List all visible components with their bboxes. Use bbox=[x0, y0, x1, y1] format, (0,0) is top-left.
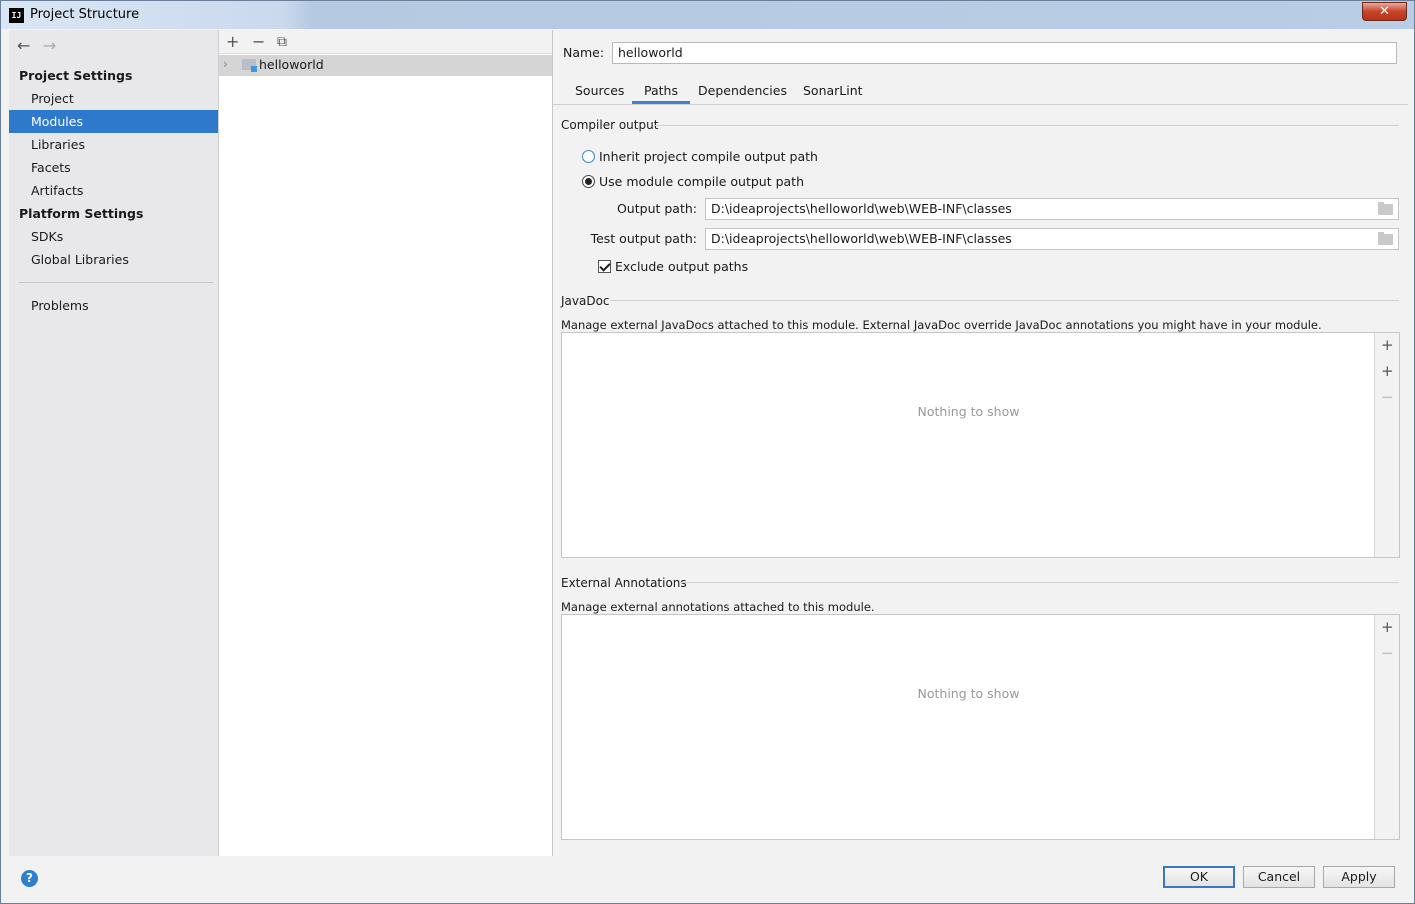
sidebar-item-artifacts[interactable]: Artifacts bbox=[9, 179, 218, 202]
sidebar-divider bbox=[19, 282, 213, 283]
add-url-icon[interactable]: + bbox=[1381, 362, 1394, 380]
use-module-radio-label: Use module compile output path bbox=[599, 174, 805, 189]
external-annotations-list[interactable]: Nothing to show + − bbox=[561, 614, 1400, 840]
exclude-output-label: Exclude output paths bbox=[615, 259, 749, 274]
name-label: Name: bbox=[563, 45, 605, 60]
external-annotations-list-toolbar: + − bbox=[1374, 615, 1399, 839]
help-icon[interactable]: ? bbox=[21, 870, 38, 887]
add-icon[interactable]: + bbox=[1381, 336, 1394, 354]
apply-button[interactable]: Apply bbox=[1323, 866, 1395, 888]
module-name-input[interactable]: helloworld bbox=[612, 42, 1397, 64]
copy-icon[interactable]: ⧉ bbox=[277, 32, 287, 52]
tab-paths[interactable]: Paths bbox=[632, 78, 690, 104]
sidebar-item-global-libraries[interactable]: Global Libraries bbox=[9, 248, 218, 271]
inherit-radio[interactable] bbox=[582, 150, 595, 163]
test-output-path-field[interactable]: D:\ideaprojects\helloworld\web\WEB-INF\c… bbox=[705, 228, 1399, 250]
expand-chevron-icon[interactable]: › bbox=[223, 57, 228, 71]
module-editor-panel: Name: helloworld Sources Paths Dependenc… bbox=[553, 30, 1408, 856]
sidebar-item-sdks[interactable]: SDKs bbox=[9, 225, 218, 248]
remove-icon[interactable]: − bbox=[1381, 644, 1394, 662]
javadoc-divider bbox=[610, 300, 1399, 301]
use-module-output-option[interactable]: Use module compile output path bbox=[582, 174, 804, 189]
javadoc-title: JavaDoc bbox=[561, 294, 610, 308]
platform-settings-heading: Platform Settings bbox=[19, 206, 144, 221]
external-annotations-description: Manage external annotations attached to … bbox=[561, 600, 875, 614]
sidebar-item-problems[interactable]: Problems bbox=[9, 294, 218, 317]
use-module-radio[interactable] bbox=[582, 175, 595, 188]
browse-folder-icon[interactable] bbox=[1378, 232, 1393, 245]
javadoc-empty-text: Nothing to show bbox=[917, 404, 1020, 419]
add-icon[interactable]: + bbox=[1381, 618, 1394, 636]
external-annotations-divider bbox=[680, 582, 1399, 583]
module-tree-panel: + − ⧉ › helloworld bbox=[219, 30, 553, 856]
back-arrow-icon[interactable]: ← bbox=[17, 36, 39, 55]
forward-arrow-icon[interactable]: → bbox=[43, 36, 65, 55]
javadoc-list-toolbar: + + − bbox=[1374, 333, 1399, 557]
output-path-value: D:\ideaprojects\helloworld\web\WEB-INF\c… bbox=[711, 201, 1012, 216]
settings-sidebar: ← → Project Settings Project Modules Lib… bbox=[9, 30, 219, 856]
exclude-output-option[interactable]: Exclude output paths bbox=[598, 259, 748, 274]
external-annotations-title: External Annotations bbox=[561, 576, 687, 590]
module-tree-row[interactable]: › helloworld bbox=[219, 55, 552, 76]
ok-button[interactable]: OK bbox=[1163, 866, 1235, 888]
intellij-app-icon: IJ bbox=[9, 8, 24, 23]
add-icon[interactable]: + bbox=[226, 32, 239, 52]
tab-sources[interactable]: Sources bbox=[563, 78, 636, 104]
exclude-output-checkbox[interactable] bbox=[598, 260, 611, 273]
project-structure-window: IJ Project Structure ✕ ← → Project Setti… bbox=[0, 0, 1415, 904]
compiler-output-divider bbox=[655, 125, 1399, 126]
javadoc-description: Manage external JavaDocs attached to thi… bbox=[561, 318, 1322, 332]
compiler-output-title: Compiler output bbox=[561, 118, 659, 132]
browse-folder-icon[interactable] bbox=[1378, 202, 1393, 215]
javadoc-list[interactable]: Nothing to show + + − bbox=[561, 332, 1400, 558]
inherit-radio-label: Inherit project compile output path bbox=[599, 149, 818, 164]
window-title: Project Structure bbox=[30, 7, 140, 22]
tab-dependencies[interactable]: Dependencies bbox=[686, 78, 799, 104]
remove-icon[interactable]: − bbox=[252, 32, 265, 52]
title-bar: IJ Project Structure ✕ bbox=[1, 1, 1414, 29]
module-tree-toolbar: + − ⧉ bbox=[219, 30, 552, 54]
sidebar-item-modules[interactable]: Modules bbox=[9, 110, 218, 133]
remove-icon[interactable]: − bbox=[1381, 388, 1394, 406]
sidebar-item-project[interactable]: Project bbox=[9, 87, 218, 110]
inherit-output-option[interactable]: Inherit project compile output path bbox=[582, 149, 818, 164]
output-path-label: Output path: bbox=[616, 201, 697, 216]
tab-sonarlint[interactable]: SonarLint bbox=[791, 78, 875, 104]
sidebar-item-facets[interactable]: Facets bbox=[9, 156, 218, 179]
nav-arrows: ← → bbox=[17, 36, 65, 56]
sidebar-item-libraries[interactable]: Libraries bbox=[9, 133, 218, 156]
cancel-button[interactable]: Cancel bbox=[1243, 866, 1315, 888]
output-path-field[interactable]: D:\ideaprojects\helloworld\web\WEB-INF\c… bbox=[705, 198, 1399, 220]
module-name-label: helloworld bbox=[259, 57, 324, 72]
test-output-path-value: D:\ideaprojects\helloworld\web\WEB-INF\c… bbox=[711, 231, 1012, 246]
close-window-button[interactable]: ✕ bbox=[1362, 2, 1407, 21]
module-folder-icon bbox=[242, 59, 257, 72]
test-output-path-label: Test output path: bbox=[590, 231, 697, 246]
tabs-divider bbox=[553, 104, 1408, 105]
external-annotations-empty-text: Nothing to show bbox=[917, 686, 1020, 701]
project-settings-heading: Project Settings bbox=[19, 68, 133, 83]
